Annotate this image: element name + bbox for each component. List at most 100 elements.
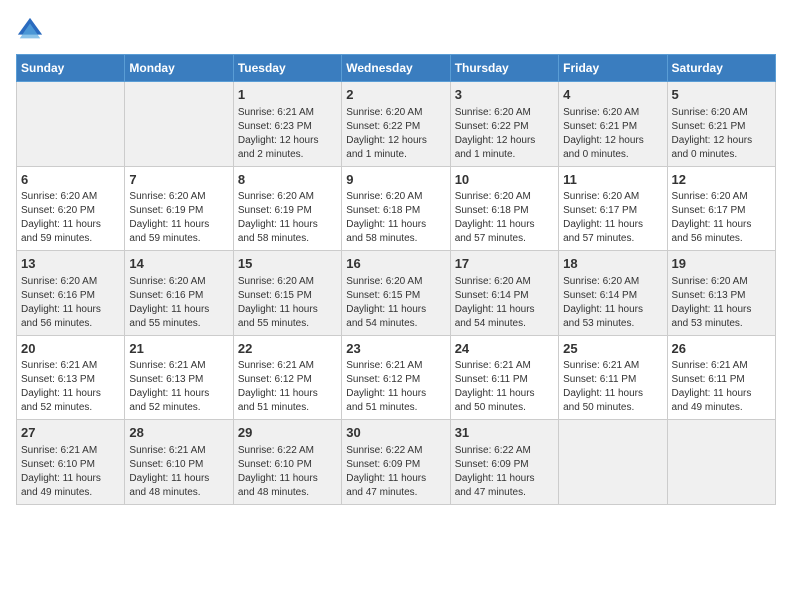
day-info: Sunrise: 6:20 AMSunset: 6:17 PMDaylight:… — [672, 190, 771, 246]
calendar-cell: 12Sunrise: 6:20 AMSunset: 6:17 PMDayligh… — [667, 166, 775, 251]
calendar-cell: 29Sunrise: 6:22 AMSunset: 6:10 PMDayligh… — [233, 420, 341, 505]
calendar-cell: 8Sunrise: 6:20 AMSunset: 6:19 PMDaylight… — [233, 166, 341, 251]
calendar-table: SundayMondayTuesdayWednesdayThursdayFrid… — [16, 54, 776, 505]
calendar-cell: 3 Sunrise: 6:20 AMSunset: 6:22 PMDaylight… — [450, 82, 558, 167]
day-number: 27 — [21, 424, 120, 442]
calendar-cell: 13 Sunrise: 6:20 AMSunset: 6:16 PMDayligh… — [17, 251, 125, 336]
day-info: Sunrise: 6:20 AMSunset: 6:22 PMDaylight:… — [455, 106, 554, 162]
calendar-cell: 26Sunrise: 6:21 AMSunset: 6:11 PMDayligh… — [667, 335, 775, 420]
calendar-cell: 30 Sunrise: 6:22 AMSunset: 6:09 PMDayligh… — [342, 420, 450, 505]
calendar-cell: 5 Sunrise: 6:20 AMSunset: 6:21 PMDaylight… — [667, 82, 775, 167]
day-number: 18 — [563, 255, 662, 273]
calendar-week-row: 6Sunrise: 6:20 AMSunset: 6:20 PMDaylight… — [17, 166, 776, 251]
day-info: Sunrise: 6:20 AMSunset: 6:14 PMDaylight:… — [563, 275, 662, 331]
day-number: 31 — [455, 424, 554, 442]
calendar-cell: 2 Sunrise: 6:20 AMSunset: 6:22 PMDaylight… — [342, 82, 450, 167]
calendar-header: SundayMondayTuesdayWednesdayThursdayFrid… — [17, 55, 776, 82]
day-number: 2 — [346, 86, 445, 104]
calendar-cell: 1 Sunrise: 6:21 AMSunset: 6:23 PMDaylight… — [233, 82, 341, 167]
calendar-cell: 18 Sunrise: 6:20 AMSunset: 6:14 PMDayligh… — [559, 251, 667, 336]
day-number: 16 — [346, 255, 445, 273]
day-number: 26 — [672, 340, 771, 358]
day-info: Sunrise: 6:20 AMSunset: 6:15 PMDaylight:… — [238, 275, 337, 331]
calendar-cell: 27 Sunrise: 6:21 AMSunset: 6:10 PMDayligh… — [17, 420, 125, 505]
day-number: 15 — [238, 255, 337, 273]
day-number: 28 — [129, 424, 228, 442]
day-number: 17 — [455, 255, 554, 273]
calendar-cell: 15 Sunrise: 6:20 AMSunset: 6:15 PMDayligh… — [233, 251, 341, 336]
day-number: 1 — [238, 86, 337, 104]
day-info: Sunrise: 6:21 AMSunset: 6:12 PMDaylight:… — [238, 359, 337, 415]
calendar-body: 1 Sunrise: 6:21 AMSunset: 6:23 PMDaylight… — [17, 82, 776, 505]
day-number: 7 — [129, 171, 228, 189]
calendar-week-row: 27 Sunrise: 6:21 AMSunset: 6:10 PMDayligh… — [17, 420, 776, 505]
day-number: 6 — [21, 171, 120, 189]
calendar-cell: 22Sunrise: 6:21 AMSunset: 6:12 PMDayligh… — [233, 335, 341, 420]
calendar-cell: 24Sunrise: 6:21 AMSunset: 6:11 PMDayligh… — [450, 335, 558, 420]
day-number: 23 — [346, 340, 445, 358]
calendar-week-row: 1 Sunrise: 6:21 AMSunset: 6:23 PMDaylight… — [17, 82, 776, 167]
day-info: Sunrise: 6:22 AMSunset: 6:09 PMDaylight:… — [346, 444, 445, 500]
calendar-cell: 7Sunrise: 6:20 AMSunset: 6:19 PMDaylight… — [125, 166, 233, 251]
day-number: 4 — [563, 86, 662, 104]
day-number: 14 — [129, 255, 228, 273]
day-number: 21 — [129, 340, 228, 358]
day-info: Sunrise: 6:21 AMSunset: 6:11 PMDaylight:… — [672, 359, 771, 415]
day-number: 3 — [455, 86, 554, 104]
day-info: Sunrise: 6:21 AMSunset: 6:23 PMDaylight:… — [238, 106, 337, 162]
calendar-week-row: 20Sunrise: 6:21 AMSunset: 6:13 PMDayligh… — [17, 335, 776, 420]
calendar-cell: 19 Sunrise: 6:20 AMSunset: 6:13 PMDayligh… — [667, 251, 775, 336]
day-info: Sunrise: 6:22 AMSunset: 6:09 PMDaylight:… — [455, 444, 554, 500]
day-info: Sunrise: 6:21 AMSunset: 6:10 PMDaylight:… — [129, 444, 228, 500]
day-info: Sunrise: 6:20 AMSunset: 6:13 PMDaylight:… — [672, 275, 771, 331]
calendar-cell: 16 Sunrise: 6:20 AMSunset: 6:15 PMDayligh… — [342, 251, 450, 336]
weekday-header: Friday — [559, 55, 667, 82]
calendar-cell: 6Sunrise: 6:20 AMSunset: 6:20 PMDaylight… — [17, 166, 125, 251]
day-info: Sunrise: 6:20 AMSunset: 6:19 PMDaylight:… — [129, 190, 228, 246]
day-number: 25 — [563, 340, 662, 358]
calendar-cell: 28 Sunrise: 6:21 AMSunset: 6:10 PMDayligh… — [125, 420, 233, 505]
calendar-cell — [17, 82, 125, 167]
day-info: Sunrise: 6:20 AMSunset: 6:19 PMDaylight:… — [238, 190, 337, 246]
logo-icon — [16, 16, 44, 44]
day-number: 11 — [563, 171, 662, 189]
weekday-row: SundayMondayTuesdayWednesdayThursdayFrid… — [17, 55, 776, 82]
day-info: Sunrise: 6:20 AMSunset: 6:20 PMDaylight:… — [21, 190, 120, 246]
page-header — [16, 16, 776, 44]
calendar-cell: 14 Sunrise: 6:20 AMSunset: 6:16 PMDayligh… — [125, 251, 233, 336]
day-info: Sunrise: 6:21 AMSunset: 6:11 PMDaylight:… — [563, 359, 662, 415]
day-number: 20 — [21, 340, 120, 358]
day-info: Sunrise: 6:21 AMSunset: 6:10 PMDaylight:… — [21, 444, 120, 500]
day-info: Sunrise: 6:20 AMSunset: 6:22 PMDaylight:… — [346, 106, 445, 162]
day-info: Sunrise: 6:20 AMSunset: 6:18 PMDaylight:… — [346, 190, 445, 246]
day-info: Sunrise: 6:20 AMSunset: 6:16 PMDaylight:… — [129, 275, 228, 331]
calendar-cell: 9Sunrise: 6:20 AMSunset: 6:18 PMDaylight… — [342, 166, 450, 251]
day-number: 8 — [238, 171, 337, 189]
day-info: Sunrise: 6:20 AMSunset: 6:21 PMDaylight:… — [672, 106, 771, 162]
calendar-cell: 23Sunrise: 6:21 AMSunset: 6:12 PMDayligh… — [342, 335, 450, 420]
day-number: 12 — [672, 171, 771, 189]
day-info: Sunrise: 6:21 AMSunset: 6:13 PMDaylight:… — [21, 359, 120, 415]
day-number: 13 — [21, 255, 120, 273]
day-number: 19 — [672, 255, 771, 273]
calendar-cell — [125, 82, 233, 167]
day-info: Sunrise: 6:21 AMSunset: 6:13 PMDaylight:… — [129, 359, 228, 415]
weekday-header: Saturday — [667, 55, 775, 82]
day-info: Sunrise: 6:20 AMSunset: 6:18 PMDaylight:… — [455, 190, 554, 246]
day-number: 30 — [346, 424, 445, 442]
day-number: 24 — [455, 340, 554, 358]
day-number: 5 — [672, 86, 771, 104]
day-info: Sunrise: 6:20 AMSunset: 6:16 PMDaylight:… — [21, 275, 120, 331]
weekday-header: Tuesday — [233, 55, 341, 82]
calendar-cell: 10Sunrise: 6:20 AMSunset: 6:18 PMDayligh… — [450, 166, 558, 251]
day-info: Sunrise: 6:20 AMSunset: 6:14 PMDaylight:… — [455, 275, 554, 331]
weekday-header: Monday — [125, 55, 233, 82]
day-info: Sunrise: 6:21 AMSunset: 6:12 PMDaylight:… — [346, 359, 445, 415]
day-info: Sunrise: 6:20 AMSunset: 6:15 PMDaylight:… — [346, 275, 445, 331]
calendar-week-row: 13 Sunrise: 6:20 AMSunset: 6:16 PMDayligh… — [17, 251, 776, 336]
calendar-cell — [667, 420, 775, 505]
calendar-cell — [559, 420, 667, 505]
calendar-cell: 20Sunrise: 6:21 AMSunset: 6:13 PMDayligh… — [17, 335, 125, 420]
weekday-header: Wednesday — [342, 55, 450, 82]
calendar-cell: 21Sunrise: 6:21 AMSunset: 6:13 PMDayligh… — [125, 335, 233, 420]
